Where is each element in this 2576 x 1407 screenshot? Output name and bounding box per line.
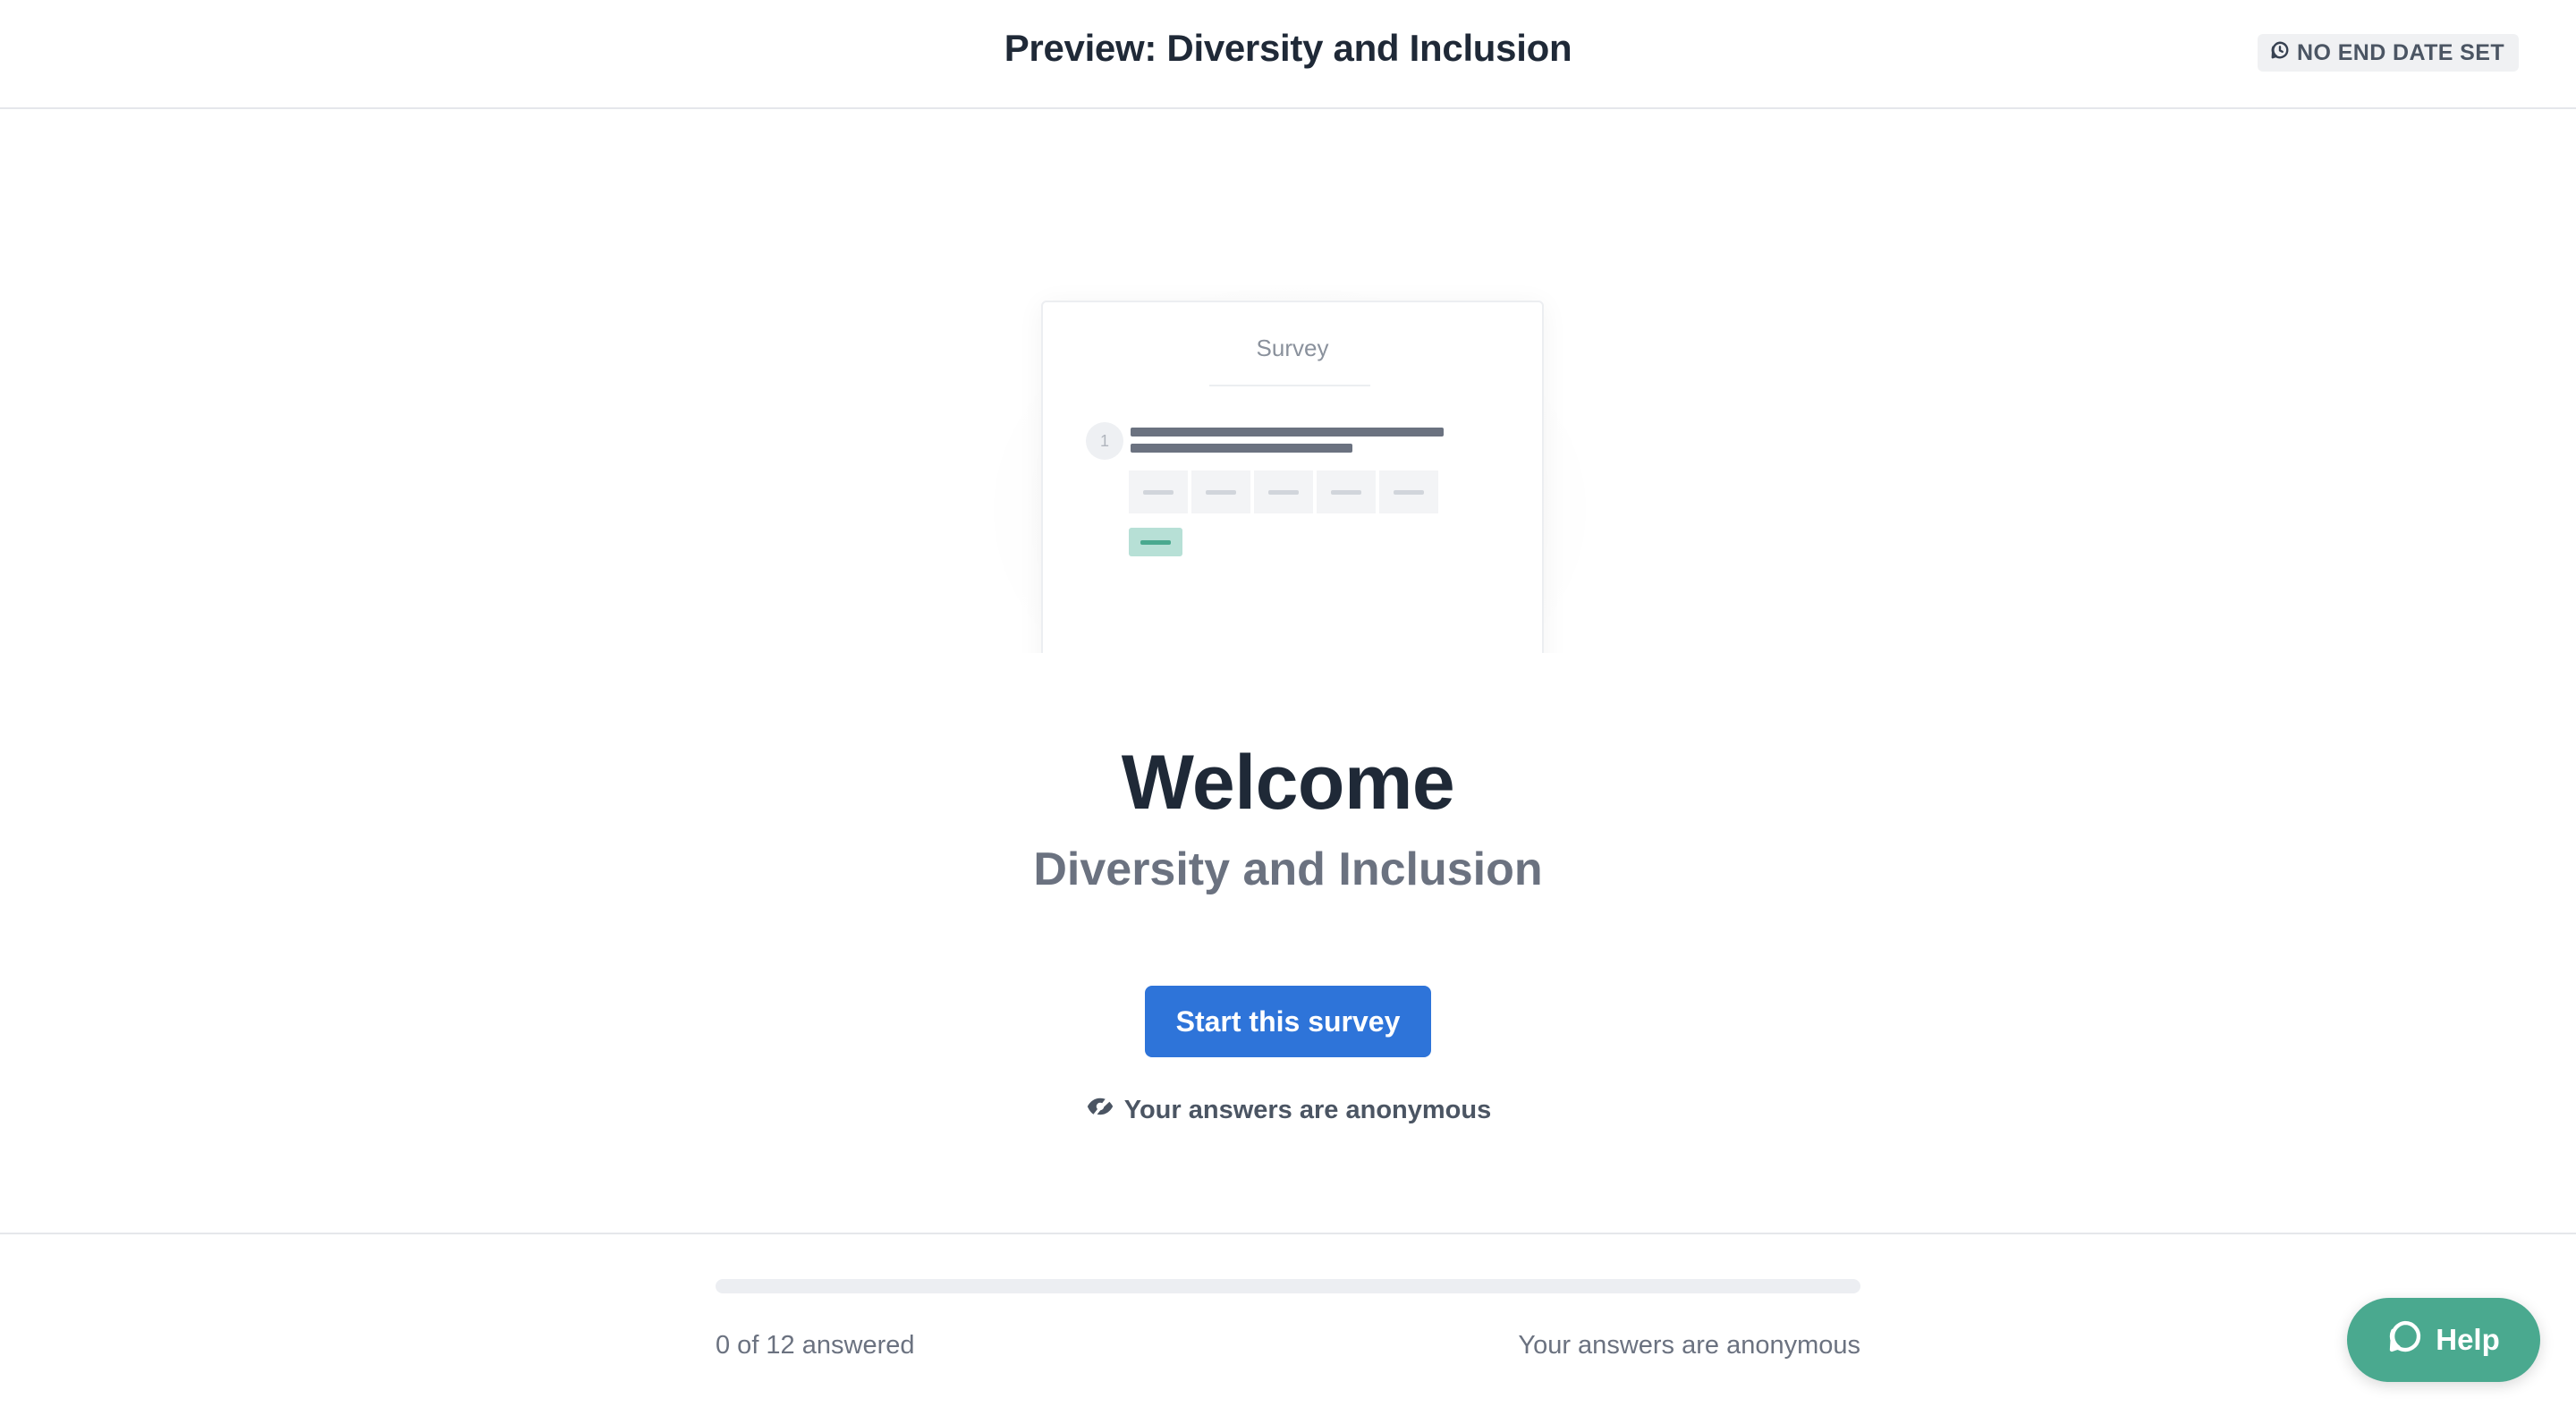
scale-option-placeholder bbox=[1129, 470, 1188, 513]
chat-bubble-icon bbox=[2387, 1318, 2423, 1361]
answer-scale-placeholder bbox=[1129, 470, 1438, 513]
end-date-badge: NO END DATE SET bbox=[2258, 34, 2519, 72]
footer-bar: 0 of 12 answered Your answers are anonym… bbox=[0, 1233, 2576, 1407]
footer-anonymous-note: Your answers are anonymous bbox=[1518, 1331, 1860, 1360]
scale-option-placeholder bbox=[1254, 470, 1313, 513]
progress-bar bbox=[716, 1279, 1860, 1293]
clock-icon bbox=[2270, 40, 2290, 66]
eye-off-icon bbox=[1085, 1091, 1115, 1129]
start-survey-button[interactable]: Start this survey bbox=[1145, 986, 1431, 1057]
help-label: Help bbox=[2436, 1323, 2500, 1356]
survey-illustration: Survey 1 bbox=[932, 242, 1648, 653]
question-text-placeholder bbox=[1131, 444, 1352, 453]
scale-option-placeholder bbox=[1317, 470, 1376, 513]
anonymous-note-text: Your answers are anonymous bbox=[1123, 1095, 1492, 1124]
welcome-heading: Welcome bbox=[1121, 740, 1455, 826]
scale-option-placeholder bbox=[1191, 470, 1250, 513]
card-button-placeholder bbox=[1129, 528, 1182, 556]
anonymous-note: Your answers are anonymous bbox=[0, 1091, 2576, 1129]
survey-name: Diversity and Inclusion bbox=[1033, 843, 1543, 895]
header-bar: Preview: Diversity and Inclusion NO END … bbox=[0, 0, 2576, 109]
card-title: Survey bbox=[1256, 335, 1329, 361]
end-date-label: NO END DATE SET bbox=[2297, 39, 2504, 65]
answered-count: 0 of 12 answered bbox=[716, 1331, 915, 1360]
question-text-placeholder bbox=[1131, 428, 1444, 437]
help-button[interactable]: Help bbox=[2347, 1298, 2540, 1382]
question-number-badge: 1 bbox=[1086, 422, 1123, 460]
scale-option-placeholder bbox=[1379, 470, 1438, 513]
card-divider bbox=[1209, 385, 1370, 386]
survey-card-illustration: Survey 1 bbox=[1041, 301, 1544, 653]
page-title: Preview: Diversity and Inclusion bbox=[1004, 27, 1572, 69]
